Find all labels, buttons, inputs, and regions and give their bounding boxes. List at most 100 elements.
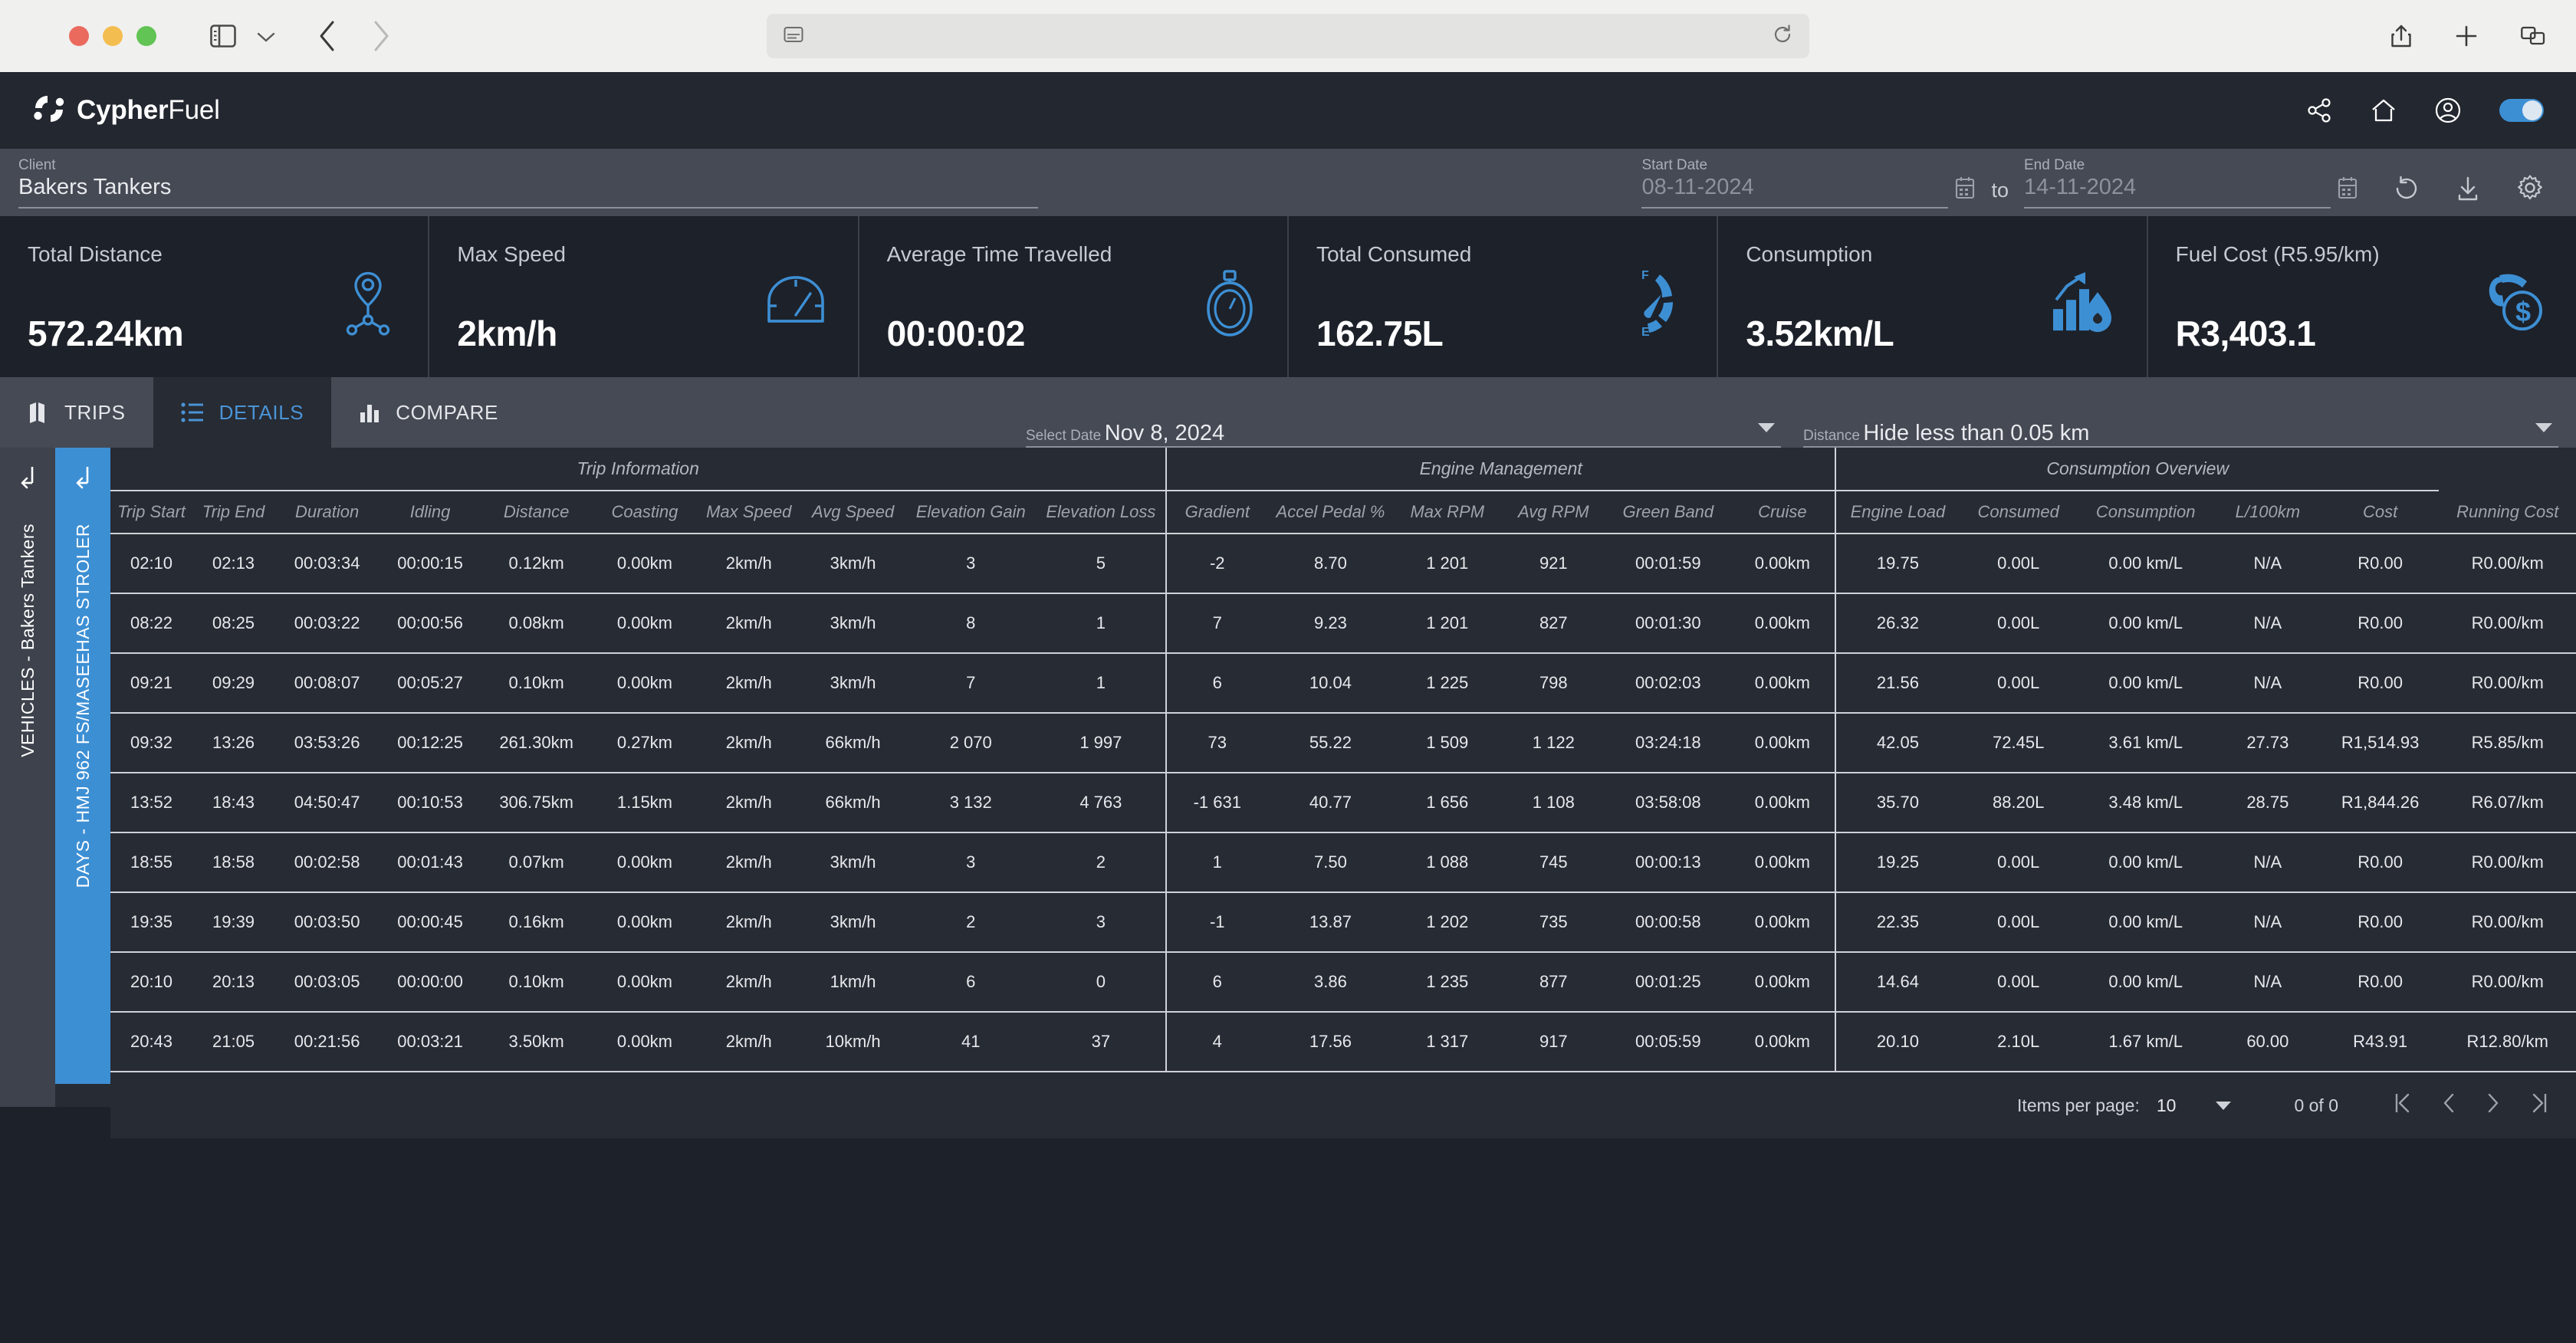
table-row[interactable]: 18:55 18:58 00:02:58 00:01:43 0.07km 0.00km 2k… [110,832,2576,893]
table-column-header[interactable]: Trip End [192,491,275,534]
table-column-header[interactable]: Consumption [2077,491,2214,534]
table-cell: R0.00 [2321,653,2440,714]
table-column-header[interactable]: Green Band [1605,491,1730,534]
table-column-header[interactable]: Cruise [1730,491,1835,534]
share-icon[interactable] [2390,24,2412,48]
sidebar-icon[interactable] [210,25,236,48]
end-date-field[interactable]: End Date 14-11-2024 [2024,158,2331,209]
next-page-icon[interactable] [2486,1092,2501,1119]
start-date-field[interactable]: Start Date 08-11-2024 [1641,158,1949,209]
table-column-header[interactable]: Trip Start [110,491,193,534]
table-cell: 0.08km [480,593,593,654]
table-cell: 0.00km [1730,952,1835,1013]
refresh-icon[interactable] [2394,176,2420,205]
address-bar[interactable] [767,14,1809,58]
table-cell: 0.16km [480,892,593,953]
stopwatch-icon [1203,269,1257,342]
header-actions [2306,97,2544,123]
items-per-page-value[interactable]: 10 [2157,1095,2177,1116]
table-column-header[interactable]: Gradient [1165,491,1268,534]
brand[interactable]: CypherFuel [32,94,220,128]
browser-navigation [317,20,391,52]
table-column-header[interactable]: Accel Pedal % [1267,491,1394,534]
maximize-window-button[interactable] [136,26,156,46]
client-field[interactable]: Client Bakers Tankers [18,158,1038,209]
table-cell: 2km/h [697,773,800,833]
previous-page-icon[interactable] [2441,1092,2456,1119]
browser-toolbar [0,0,2576,72]
table-column-header[interactable]: Elevation Gain [905,491,1037,534]
chevron-down-icon[interactable] [2216,1101,2232,1110]
chevron-down-icon[interactable] [256,25,276,48]
table-row[interactable]: 20:43 21:05 00:21:56 00:03:21 3.50km 0.00km 2k… [110,1012,2576,1072]
select-date-field[interactable]: Select Date Nov 8, 2024 [1026,421,1781,448]
table-cell: 3km/h [800,832,906,893]
table-column-header[interactable]: Avg Speed [800,491,906,534]
reload-icon[interactable] [1773,24,1792,48]
table-cell: 9.23 [1267,593,1394,654]
end-date-value: 14-11-2024 [2024,175,2137,200]
table-cell: R12.80/km [2439,1012,2576,1072]
table-column-header[interactable]: Cost [2321,491,2440,534]
table-column-header[interactable]: Elevation Loss [1036,491,1167,534]
table-cell: 00:21:56 [274,1012,380,1072]
reader-view-icon[interactable] [784,26,803,47]
calendar-icon[interactable] [2337,176,2358,204]
first-page-icon[interactable] [2394,1092,2412,1119]
table-column-header[interactable]: Idling [380,491,481,534]
tab-details[interactable]: DETAILS [153,377,332,448]
table-column-header[interactable]: Coasting [592,491,698,534]
dark-mode-toggle[interactable] [2499,99,2544,122]
account-icon[interactable] [2435,97,2461,123]
table-column-header[interactable]: Engine Load [1834,491,1960,534]
table-cell: 0.00L [1959,892,2078,953]
vehicles-rail[interactable]: VEHICLES - Bakers Tankers [0,448,55,1107]
table-column-header[interactable]: Consumed [1959,491,2078,534]
table-cell: N/A [2213,952,2321,1013]
table-cell: 73 [1165,713,1268,773]
table-cell: -1 631 [1165,773,1268,833]
url-input[interactable] [819,25,1757,47]
collapse-arrow-icon[interactable] [17,465,38,493]
kpi-cards: Total Distance 572.24km Max Speed 2km/h … [0,216,2576,377]
share-icon[interactable] [2306,97,2332,123]
calendar-icon[interactable] [1954,176,1976,204]
home-icon[interactable] [2371,98,2397,123]
plus-icon[interactable] [2455,25,2478,48]
table-column-header[interactable]: Distance [480,491,593,534]
close-window-button[interactable] [69,26,89,46]
settings-icon[interactable] [2516,174,2544,205]
table-row[interactable]: 08:22 08:25 00:03:22 00:00:56 0.08km 0.00km 2k… [110,593,2576,654]
table-column-header[interactable]: L/100km [2213,491,2321,534]
distance-filter-field[interactable]: Distance Hide less than 0.05 km [1803,421,2558,448]
tab-compare[interactable]: COMPARE [331,377,526,448]
tab-overview-icon[interactable] [2521,25,2545,47]
table-row[interactable]: 20:10 20:13 00:03:05 00:00:00 0.10km 0.00km 2k… [110,952,2576,1013]
minimize-window-button[interactable] [103,26,123,46]
table-column-header[interactable]: Running Cost [2439,491,2576,534]
table-group-header: Engine Management [1165,448,1835,491]
table-row[interactable]: 13:52 18:43 04:50:47 00:10:53 306.75km 1.15km… [110,773,2576,833]
table-row[interactable]: 02:10 02:13 00:03:34 00:00:15 0.12km 0.00km 2k… [110,534,2576,594]
table-cell: 1 201 [1393,534,1501,594]
table-column-header[interactable]: Max RPM [1393,491,1501,534]
table-cell: 3km/h [800,653,906,714]
last-page-icon[interactable] [2530,1092,2548,1119]
chevron-left-icon[interactable] [317,20,337,52]
table-cell: 00:00:58 [1605,892,1730,953]
download-icon[interactable] [2455,176,2481,205]
days-rail[interactable]: DAYS - HMJ 962 FS/MASEEHAS STROLER [55,448,110,1084]
table-column-header[interactable]: Max Speed [697,491,800,534]
table-row[interactable]: 19:35 19:39 00:03:50 00:00:45 0.16km 0.00km 2k… [110,892,2576,953]
chevron-right-icon[interactable] [371,20,391,52]
table-cell: 3.48 km/L [2077,773,2214,833]
collapse-arrow-icon[interactable] [72,465,94,493]
table-column-header[interactable]: Avg RPM [1500,491,1606,534]
table-column-header[interactable]: Duration [274,491,380,534]
table-row[interactable]: 09:32 13:26 03:53:26 00:12:25 261.30km 0.27km… [110,713,2576,773]
table-row[interactable]: 09:21 09:29 00:08:07 00:05:27 0.10km 0.00km 2k… [110,653,2576,714]
chevron-down-icon[interactable] [2535,423,2552,432]
tab-trips[interactable]: TRIPS [0,377,153,448]
chevron-down-icon[interactable] [1758,423,1775,432]
table-cell: 09:32 [110,713,193,773]
